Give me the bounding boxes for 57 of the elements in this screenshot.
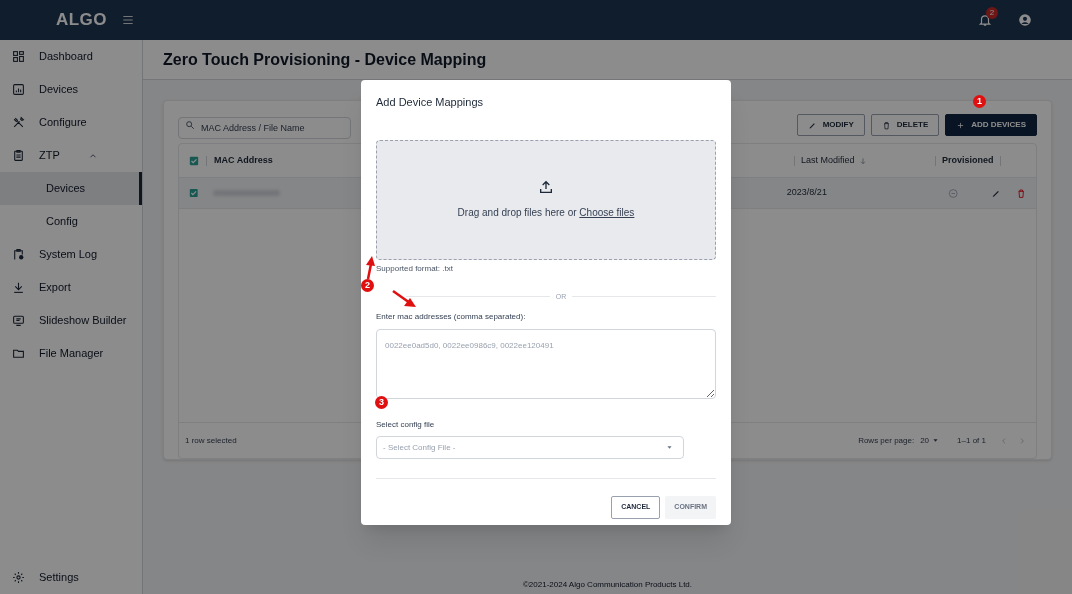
drop-zone[interactable]: Drag and drop files here or Choose files xyxy=(376,139,716,260)
bell-icon[interactable] xyxy=(978,13,992,27)
dialog-title: Add Device Mappings xyxy=(376,95,484,110)
sidebar-item[interactable]: Configure xyxy=(0,106,142,139)
sidebar-item[interactable]: Dashboard xyxy=(0,40,142,73)
sidebar-item[interactable]: Devices xyxy=(0,73,142,106)
trash-icon[interactable] xyxy=(1015,187,1026,199)
search-field[interactable]: MAC Address / File Name xyxy=(178,117,351,139)
arrow xyxy=(392,289,416,307)
sort-down-icon xyxy=(858,156,867,165)
chart-icon xyxy=(12,83,25,96)
checked-checkbox[interactable] xyxy=(189,188,199,198)
supported-format-text: Supported format: .txt xyxy=(376,262,453,275)
sidebar-item[interactable]: Devices xyxy=(0,172,142,205)
drop-zone-text: Drag and drop files here or Choose files xyxy=(457,206,635,220)
grid-icon xyxy=(12,50,25,63)
column-header[interactable]: Last Modified xyxy=(801,153,855,168)
folder-icon xyxy=(12,347,25,360)
trash-icon xyxy=(881,120,891,130)
sidebar-item[interactable]: Settings xyxy=(0,562,142,592)
choose-files-link[interactable]: Choose files xyxy=(579,207,635,218)
table-cell-text: 2023/8/21 xyxy=(786,186,828,200)
arrow xyxy=(366,256,375,280)
page-range: 1–1 of 1 xyxy=(957,434,986,447)
field-label: Select config file xyxy=(376,419,436,431)
page-title: Zero Touch Provisioning - Device Mapping xyxy=(163,49,487,70)
sidebar-item[interactable]: System Log xyxy=(0,238,142,271)
sidebar-item[interactable]: ZTP xyxy=(0,139,142,172)
delete-button[interactable]: DELETE xyxy=(870,114,940,136)
plus-icon xyxy=(956,120,966,130)
clipboard-clock-icon xyxy=(12,248,25,261)
sidebar-item[interactable]: Config xyxy=(0,205,142,238)
mac-addresses-field[interactable]: 0022ee0ad5d0, 0022ee0986c9, 0022ee120491 xyxy=(376,329,716,399)
rows-per-page-select[interactable]: 20 xyxy=(920,434,940,447)
search-icon xyxy=(185,120,195,130)
copyright-text: ©2021-2024 Algo Communication Products Ltd. xyxy=(522,580,693,589)
column-header[interactable]: Provisioned xyxy=(942,153,994,168)
clipboard-icon xyxy=(12,149,25,162)
notification-badge: 2 xyxy=(986,7,998,19)
sidebar-item[interactable]: File Manager xyxy=(0,337,142,370)
download-icon xyxy=(12,281,25,294)
tools-icon xyxy=(12,116,25,129)
menu-icon[interactable] xyxy=(120,13,135,27)
checked-checkbox[interactable] xyxy=(189,155,199,166)
field-label: Enter mac addresses (comma separated): xyxy=(376,311,527,323)
caret-down-icon xyxy=(932,437,940,444)
sidebar-item[interactable]: Slideshow Builder xyxy=(0,304,142,337)
upload-icon xyxy=(538,179,554,195)
add-button[interactable]: ADD DEVICES xyxy=(945,114,1037,136)
user-icon[interactable] xyxy=(1018,13,1032,27)
selection-count: 1 row selected xyxy=(185,434,237,447)
modify-button[interactable]: MODIFY xyxy=(796,114,865,136)
rows-per-page-label: Rows per page: xyxy=(858,434,915,447)
monitor-icon xyxy=(12,314,25,327)
caret-down-icon xyxy=(666,444,673,451)
sidebar-item[interactable]: Export xyxy=(0,271,142,304)
logo: ALGO xyxy=(56,9,107,32)
